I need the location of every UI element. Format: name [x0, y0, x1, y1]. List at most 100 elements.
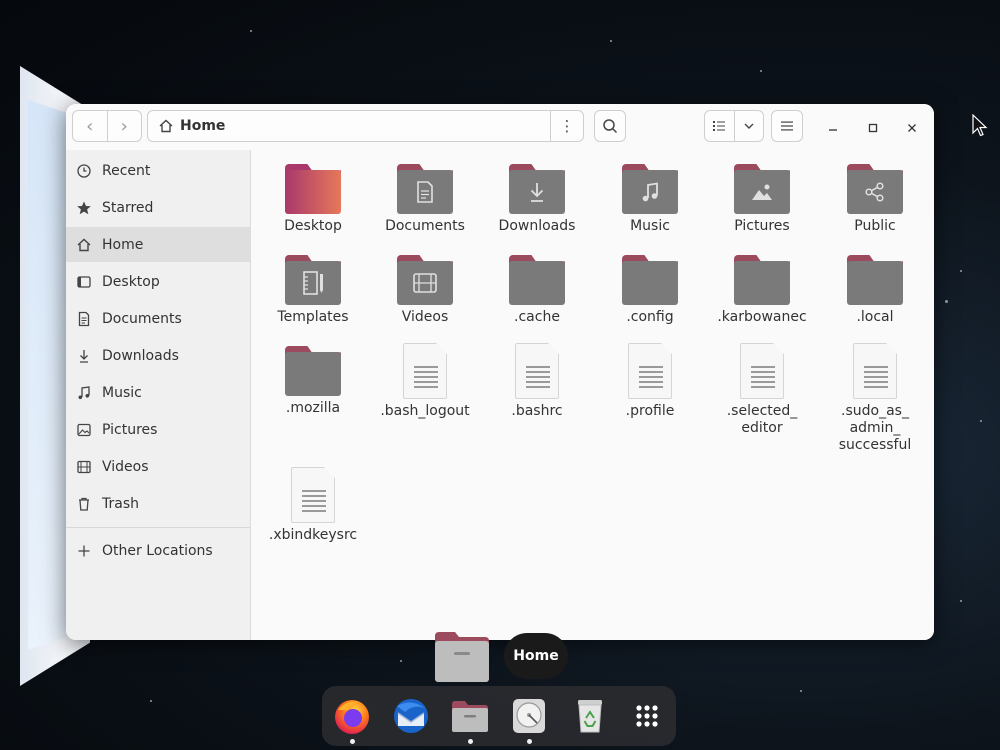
home-icon — [159, 119, 173, 133]
clock-icon — [77, 163, 91, 178]
dock — [322, 686, 676, 746]
disk-icon[interactable] — [509, 696, 549, 736]
text-file-icon — [853, 343, 897, 399]
minimize-button[interactable] — [823, 118, 843, 138]
music-folder-icon — [622, 164, 678, 214]
sidebar-item-label: Home — [102, 236, 144, 253]
text-file-icon — [403, 343, 447, 399]
file-item[interactable]: .sudo_as_ admin_ successful — [819, 343, 931, 454]
folder-item[interactable]: .cache — [481, 255, 593, 326]
download-icon — [80, 349, 88, 363]
music-icon — [78, 385, 90, 399]
file-grid: Desktop Documents Downloads Music Pictur… — [251, 150, 934, 640]
folder-icon — [847, 255, 903, 305]
sidebar-item-documents[interactable]: Documents — [66, 301, 250, 336]
minimize-icon — [829, 129, 837, 131]
search-icon — [603, 119, 618, 134]
downloads-folder-icon — [509, 164, 565, 214]
templates-folder-icon — [285, 255, 341, 305]
folder-item[interactable]: Downloads — [481, 164, 593, 235]
sidebar-item-downloads[interactable]: Downloads — [66, 338, 250, 373]
forward-button[interactable]: › — [108, 111, 142, 141]
folder-item[interactable]: Public — [819, 164, 931, 235]
desktop-icon — [77, 275, 91, 288]
running-indicator — [468, 739, 473, 744]
window-title-tooltip: Home — [504, 633, 568, 679]
sidebar-item-music[interactable]: Music — [66, 375, 250, 410]
sidebar-item-home[interactable]: Home — [66, 227, 250, 262]
folder-icon — [509, 255, 565, 305]
text-file-icon — [740, 343, 784, 399]
folder-item[interactable]: Videos — [369, 255, 481, 326]
folder-item[interactable]: Pictures — [706, 164, 818, 235]
hamburger-icon — [781, 121, 793, 131]
sidebar-item-label: Recent — [102, 162, 151, 179]
folder-item[interactable]: Music — [594, 164, 706, 235]
search-button[interactable] — [594, 110, 626, 142]
sidebar-item-starred[interactable]: Starred — [66, 190, 250, 225]
folder-item[interactable]: Desktop — [257, 164, 369, 235]
thunderbird-icon[interactable] — [391, 696, 431, 736]
files-icon[interactable] — [450, 696, 490, 736]
file-item[interactable]: .profile — [594, 343, 706, 420]
sidebar-item-label: Downloads — [102, 347, 179, 364]
videos-folder-icon — [397, 255, 453, 305]
file-item[interactable]: .bashrc — [481, 343, 593, 420]
pictures-folder-icon — [734, 164, 790, 214]
sidebar-item-other-locations[interactable]: Other Locations — [66, 533, 250, 568]
plus-icon — [78, 545, 90, 556]
film-icon — [77, 460, 91, 473]
close-icon — [908, 124, 916, 132]
file-item[interactable]: .bash_logout — [369, 343, 481, 420]
documents-folder-icon — [397, 164, 453, 214]
maximize-button[interactable] — [863, 118, 883, 138]
file-item[interactable]: .xbindkeysrc — [257, 467, 369, 544]
picture-icon — [77, 423, 91, 436]
mouse-cursor-icon — [972, 113, 988, 142]
path-home-segment[interactable]: Home — [148, 118, 550, 134]
maximize-icon — [868, 123, 878, 133]
star-icon — [77, 201, 91, 214]
sidebar-item-label: Starred — [102, 199, 154, 216]
sidebar-item-label: Pictures — [102, 421, 158, 438]
path-menu-button[interactable]: ⋮ — [550, 111, 583, 141]
sidebar-item-label: Videos — [102, 458, 149, 475]
sidebar-item-label: Other Locations — [102, 542, 213, 559]
sidebar: Recent Starred Home Desktop Documents Do… — [66, 150, 251, 640]
window-thumbnail-folder-icon[interactable] — [435, 632, 489, 682]
sidebar-separator — [66, 527, 250, 528]
sidebar-item-label: Trash — [102, 495, 139, 512]
chevron-down-icon — [744, 123, 754, 129]
document-icon — [78, 311, 90, 326]
firefox-icon[interactable] — [332, 696, 372, 736]
close-button[interactable] — [902, 118, 922, 138]
sidebar-item-label: Music — [102, 384, 142, 401]
navigation-buttons: ‹ › — [72, 110, 142, 142]
folder-item[interactable]: .local — [819, 255, 931, 326]
sidebar-item-trash[interactable]: Trash — [66, 486, 250, 521]
main-menu-button[interactable] — [771, 110, 803, 142]
public-folder-icon — [847, 164, 903, 214]
sidebar-item-recent[interactable]: Recent — [66, 153, 250, 188]
folder-icon — [734, 255, 790, 305]
folder-item[interactable]: .config — [594, 255, 706, 326]
list-view-button[interactable] — [705, 111, 735, 141]
text-file-icon — [291, 467, 335, 523]
folder-item[interactable]: .karbowanec — [706, 255, 818, 326]
view-options-button[interactable] — [735, 111, 764, 141]
folder-item[interactable]: Templates — [257, 255, 369, 326]
sidebar-item-desktop[interactable]: Desktop — [66, 264, 250, 299]
trash-icon[interactable] — [570, 696, 610, 736]
trash-icon — [79, 497, 89, 511]
running-indicator — [350, 739, 355, 744]
folder-item[interactable]: .mozilla — [257, 346, 369, 417]
path-bar[interactable]: Home ⋮ — [147, 110, 584, 142]
sidebar-item-pictures[interactable]: Pictures — [66, 412, 250, 447]
file-item[interactable]: .selected_ editor — [706, 343, 818, 437]
app-grid-icon[interactable] — [627, 696, 667, 736]
files-window: ‹ › Home ⋮ Recent Starred Home Desktop D… — [66, 104, 934, 640]
back-button[interactable]: ‹ — [73, 111, 108, 141]
sidebar-item-videos[interactable]: Videos — [66, 449, 250, 484]
folder-item[interactable]: Documents — [369, 164, 481, 235]
text-file-icon — [515, 343, 559, 399]
